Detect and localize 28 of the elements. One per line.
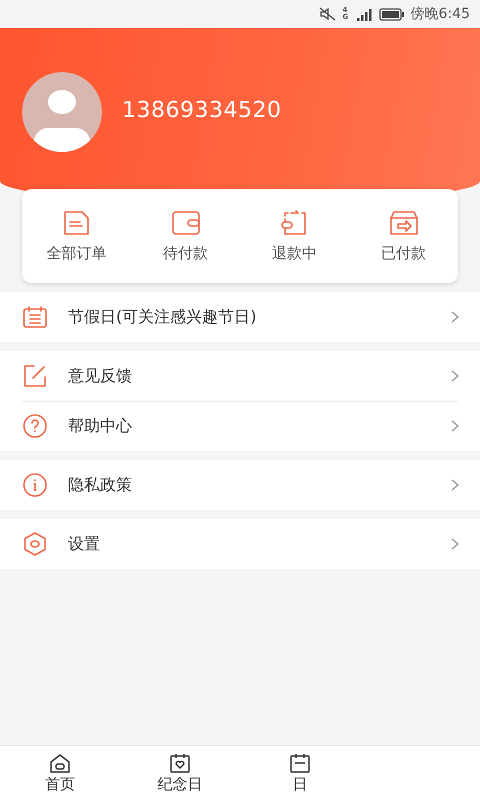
phone-number: 13869334520 (122, 98, 282, 123)
document-icon (62, 210, 92, 236)
edit-icon (22, 363, 48, 389)
box-arrow-icon (388, 210, 418, 236)
home-icon (48, 752, 72, 774)
mute-icon (318, 7, 337, 21)
order-status-button[interactable]: 待付款 (131, 206, 240, 266)
info-icon (22, 472, 48, 498)
chevron-right-icon (450, 310, 460, 324)
tab[interactable]: 日 (240, 746, 360, 800)
chevron-right-icon (450, 369, 460, 383)
wallet-icon (170, 210, 200, 236)
order-status-button[interactable]: 全部订单 (22, 206, 131, 266)
tab[interactable]: 纪念日 (120, 746, 240, 800)
order-status-button[interactable]: 已付款 (349, 206, 458, 266)
status-time: 傍晚6:45 (410, 5, 470, 23)
settings-icon (22, 531, 48, 557)
chevron-right-icon (450, 419, 460, 433)
signal-icon (356, 8, 373, 20)
order-status-button[interactable]: 退款中 (240, 206, 349, 266)
calendar-icon (22, 304, 48, 330)
chevron-right-icon (450, 478, 460, 492)
calendar-icon (288, 752, 312, 774)
battery-icon (378, 8, 405, 20)
avatar-icon[interactable] (22, 72, 102, 152)
tab[interactable]: 首页 (0, 746, 120, 800)
chevron-right-icon (450, 537, 460, 551)
help-icon (22, 413, 48, 439)
